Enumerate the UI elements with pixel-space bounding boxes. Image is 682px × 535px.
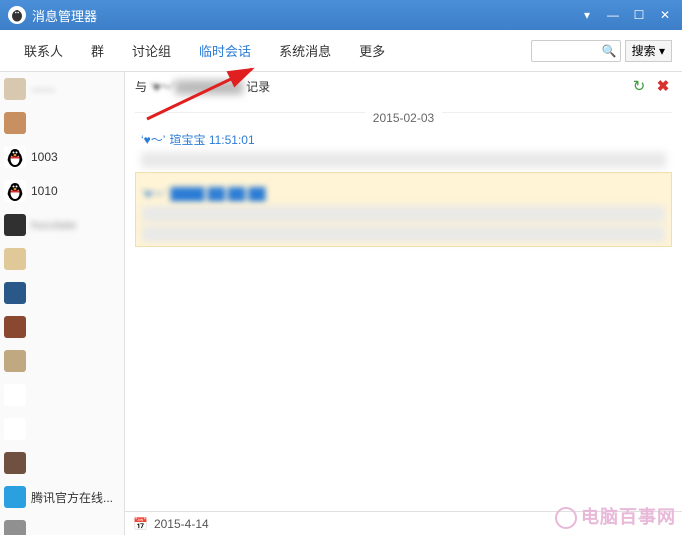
avatar <box>4 180 26 202</box>
avatar <box>4 452 26 474</box>
message-body <box>142 226 665 242</box>
search-icon[interactable]: 🔍 <box>602 44 617 58</box>
contact-item[interactable]: 1003 <box>0 140 124 174</box>
dropdown-icon[interactable]: ▾ <box>578 6 596 24</box>
avatar <box>4 214 26 236</box>
contact-name: —— <box>31 82 55 96</box>
contact-item[interactable] <box>0 446 124 480</box>
close-button[interactable]: ✕ <box>656 6 674 24</box>
avatar <box>4 282 26 304</box>
app-logo-icon <box>8 6 26 24</box>
contact-item[interactable]: 1010 <box>0 174 124 208</box>
chat-pane: 与 ‘♥〜’████████ 记录 ↻ ✖ 2015-02-03 ‘♥〜’瑄宝宝… <box>125 72 682 535</box>
contact-item[interactable] <box>0 276 124 310</box>
contact-item[interactable] <box>0 310 124 344</box>
contact-name: 腾讯官方在线... <box>31 489 113 506</box>
contact-item[interactable] <box>0 412 124 446</box>
contact-item[interactable] <box>0 106 124 140</box>
contact-list: —— 1003 1010 hocolate 腾讯官方在线... <box>0 72 125 535</box>
chat-header: 与 ‘♥〜’████████ 记录 ↻ ✖ <box>125 72 682 100</box>
chat-header-suffix: 记录 <box>243 80 270 94</box>
message-header: ‘♥〜’████ ██:██:██ <box>142 185 665 202</box>
contact-item[interactable] <box>0 242 124 276</box>
avatar <box>4 146 26 168</box>
message-header: ‘♥〜’瑄宝宝 11:51:01 <box>141 131 666 148</box>
calendar-icon[interactable]: 📅 <box>133 517 148 531</box>
contact-item[interactable]: hocolate <box>0 208 124 242</box>
avatar <box>4 112 26 134</box>
minimize-button[interactable]: — <box>604 6 622 24</box>
contact-name: hocolate <box>31 218 76 232</box>
avatar <box>4 316 26 338</box>
avatar <box>4 418 26 440</box>
chat-body: 2015-02-03 ‘♥〜’瑄宝宝 11:51:01 ‘♥〜’████ ██:█… <box>125 100 682 511</box>
message-body <box>141 152 666 168</box>
status-bar: 📅 2015-4-14 <box>125 511 682 535</box>
avatar <box>4 486 26 508</box>
avatar <box>4 248 26 270</box>
contact-item[interactable] <box>0 378 124 412</box>
tabs-bar: 联系人群讨论组临时会话系统消息更多 🔍 搜索 ▾ <box>0 30 682 72</box>
search-button[interactable]: 搜索 ▾ <box>625 40 672 62</box>
contact-name: 1010 <box>31 184 58 198</box>
contact-name: 1003 <box>31 150 58 164</box>
search-box: 🔍 搜索 ▾ <box>531 40 672 62</box>
message-block[interactable]: ‘♥〜’瑄宝宝 11:51:01 <box>135 119 672 172</box>
delete-icon[interactable]: ✖ <box>654 77 672 95</box>
contact-item[interactable]: 腾讯官方在线... <box>0 480 124 514</box>
avatar <box>4 520 26 535</box>
contact-item[interactable]: —— <box>0 72 124 106</box>
avatar <box>4 350 26 372</box>
contact-item[interactable] <box>0 514 124 535</box>
chat-header-blur: ████████ <box>175 80 243 94</box>
tab-0[interactable]: 联系人 <box>10 41 77 60</box>
refresh-icon[interactable]: ↻ <box>630 77 648 95</box>
window-title: 消息管理器 <box>32 6 570 25</box>
tab-3[interactable]: 临时会话 <box>185 41 265 60</box>
tab-1[interactable]: 群 <box>77 41 118 60</box>
avatar <box>4 384 26 406</box>
avatar <box>4 78 26 100</box>
chat-header-contact: ‘♥〜’ <box>150 80 174 94</box>
tab-5[interactable]: 更多 <box>345 41 399 60</box>
contact-item[interactable] <box>0 344 124 378</box>
titlebar: 消息管理器 ▾ — ☐ ✕ <box>0 0 682 30</box>
tab-2[interactable]: 讨论组 <box>118 41 185 60</box>
tab-4[interactable]: 系统消息 <box>265 41 345 60</box>
date-separator: 2015-02-03 <box>135 112 672 113</box>
footer-date: 2015-4-14 <box>154 517 209 531</box>
message-block[interactable]: ‘♥〜’████ ██:██:██ <box>135 172 672 247</box>
message-body <box>142 206 665 222</box>
maximize-button[interactable]: ☐ <box>630 6 648 24</box>
chat-header-prefix: 与 <box>135 80 150 94</box>
